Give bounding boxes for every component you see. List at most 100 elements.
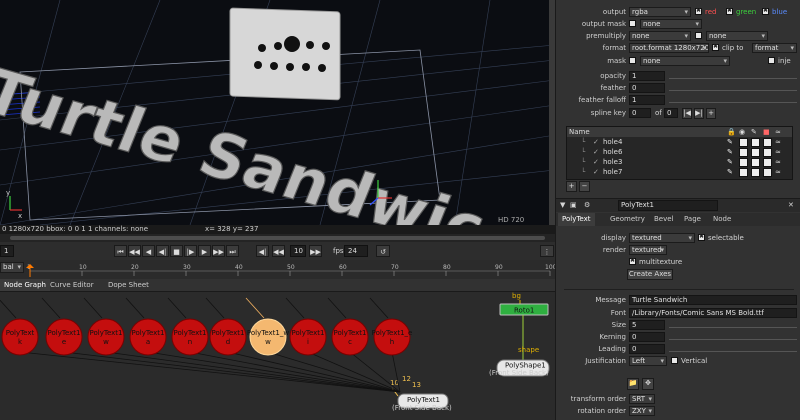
add-layer-button[interactable]: + <box>566 181 577 192</box>
color-swatch[interactable] <box>763 168 772 177</box>
mask-checkbox[interactable] <box>629 57 636 64</box>
collapse-icon[interactable]: ▼ <box>560 199 565 212</box>
premultiply-select[interactable]: none <box>629 31 691 41</box>
justification-select[interactable]: Left <box>629 356 667 366</box>
size-field[interactable]: 5 <box>629 320 665 330</box>
tab-node-graph[interactable]: Node Graph <box>0 279 50 291</box>
node-name-field[interactable]: PolyText1 <box>618 200 718 211</box>
spline-key-field[interactable]: 0 <box>629 108 651 118</box>
feather-falloff-slider[interactable] <box>669 98 797 103</box>
close-icon[interactable]: ✕ <box>788 199 794 212</box>
spline-key-add-button[interactable]: + <box>706 108 716 119</box>
stop-button[interactable]: ■ <box>170 245 183 257</box>
node-graph-canvas[interactable]: bg Roto1 shape PolyShape1 (Front Side Ba… <box>0 292 555 420</box>
feather-falloff-field[interactable]: 1 <box>629 95 665 105</box>
opacity-field[interactable]: 1 <box>629 71 665 81</box>
motion-blur-toggle-icon[interactable]: ≈ <box>775 167 781 177</box>
clip-to-checkbox[interactable] <box>712 43 719 51</box>
tab-curve-editor[interactable]: Curve Editor <box>46 279 98 291</box>
axis-handle-icon[interactable]: ✥ <box>642 378 654 390</box>
size-slider[interactable] <box>669 323 797 328</box>
spline-key-next-button[interactable]: ▶| <box>694 108 704 119</box>
opacity-slider[interactable] <box>669 74 797 79</box>
edit-checkbox[interactable] <box>751 158 760 167</box>
feather-field[interactable]: 0 <box>629 83 665 93</box>
spline-key-prev-button[interactable]: |◀ <box>682 108 692 119</box>
layer-row[interactable]: └ ✓ hole3 ✎ ≈ <box>567 157 792 167</box>
lock-toggle-icon[interactable]: ✎ <box>727 157 733 167</box>
motion-blur-toggle-icon[interactable]: ≈ <box>775 157 781 167</box>
tab-polytext[interactable]: PolyText <box>558 213 595 226</box>
roto-node[interactable]: bg Roto1 shape <box>499 292 549 360</box>
layer-row[interactable]: └ ✓ hole7 ✎ ≈ <box>567 167 792 177</box>
fps-field[interactable]: 24 <box>344 245 368 257</box>
rotation-order-select[interactable]: ZXY <box>629 406 655 416</box>
premultiply-checkbox[interactable] <box>695 32 702 39</box>
step-forward-button[interactable]: |▶ <box>184 245 197 257</box>
clip-to-select[interactable]: format <box>752 43 797 53</box>
message-field[interactable]: Turtle Sandwich <box>629 295 797 305</box>
transport-menu-button[interactable]: ⋮ <box>540 245 554 257</box>
frame-start-field[interactable]: 1 <box>0 245 14 257</box>
font-folder-icon[interactable]: 📁 <box>627 378 639 390</box>
edit-checkbox[interactable] <box>751 148 760 157</box>
visible-checkbox[interactable] <box>739 168 748 177</box>
step-back-button[interactable]: ◀| <box>156 245 169 257</box>
layer-row[interactable]: └ ✓ hole4 ✎ ≈ <box>567 137 792 147</box>
skip-back-button[interactable]: ◀| <box>256 245 269 257</box>
play-backward-icon[interactable]: ◀ <box>142 245 155 257</box>
display-select[interactable]: textured <box>629 233 695 243</box>
transform-order-select[interactable]: SRT <box>629 394 655 404</box>
play-forward-icon[interactable]: ▶ <box>198 245 211 257</box>
output-mask-select[interactable]: none <box>640 19 702 29</box>
tab-geometry[interactable]: Geometry <box>606 213 649 226</box>
leading-slider[interactable] <box>669 347 797 352</box>
tab-dope-sheet[interactable]: Dope Sheet <box>104 279 153 291</box>
tab-node[interactable]: Node <box>709 213 735 226</box>
edit-checkbox[interactable] <box>751 138 760 147</box>
lock-toggle-icon[interactable]: ✎ <box>727 167 733 177</box>
lock-toggle-icon[interactable]: ✎ <box>727 147 733 157</box>
remove-layer-button[interactable]: − <box>579 181 590 192</box>
color-swatch[interactable] <box>763 148 772 157</box>
kerning-field[interactable]: 0 <box>629 332 665 342</box>
lock-node-icon[interactable]: ⚙ <box>584 199 590 212</box>
skip-back-10-button[interactable]: ◀◀ <box>272 245 285 257</box>
timeline-ruler[interactable]: 1102030405060708090100 <box>26 260 555 279</box>
font-field[interactable]: /Library/Fonts/Comic Sans MS Bold.ttf <box>629 308 797 318</box>
inject-checkbox[interactable] <box>768 57 775 64</box>
polytext-node[interactable]: PolyText1 (Front Side Back) 10 12 13 <box>390 375 452 412</box>
blue-checkbox[interactable] <box>762 7 769 15</box>
kerning-slider[interactable] <box>669 335 797 340</box>
next-key-button[interactable]: ▶▶ <box>212 245 225 257</box>
layer-row[interactable]: └ ✓ hole6 ✎ ≈ <box>567 147 792 157</box>
timeline[interactable]: bal 1102030405060708090100 <box>0 260 555 279</box>
polyshape-node[interactable]: PolyShape1 (Front Side Back) <box>489 359 550 377</box>
lock-toggle-icon[interactable]: ✎ <box>727 137 733 147</box>
last-frame-button[interactable]: ⏭ <box>226 245 239 257</box>
format-select[interactable]: root.format 1280x720 <box>629 43 709 53</box>
red-checkbox[interactable] <box>695 7 702 15</box>
loop-button[interactable]: ↺ <box>376 245 390 257</box>
view-mode-select[interactable]: bal <box>0 262 24 273</box>
output-mask-checkbox[interactable] <box>629 20 636 27</box>
leading-field[interactable]: 0 <box>629 344 665 354</box>
multitexture-checkbox[interactable] <box>629 257 636 265</box>
mask-select[interactable]: none <box>640 56 730 66</box>
layer-table[interactable]: Name 🔒 ◉ ✎ ■ ≈ └ ✓ hole4 ✎ ≈ └ ✓ hole6 ✎ ≈ └ ✓ hole3… <box>566 126 793 180</box>
viewer-canvas[interactable]: Turtle Sandwic y x HD 720 <box>0 0 555 225</box>
viewer-hscrollbar[interactable] <box>0 234 555 242</box>
motion-blur-toggle-icon[interactable]: ≈ <box>775 137 781 147</box>
motion-blur-toggle-icon[interactable]: ≈ <box>775 147 781 157</box>
color-swatch[interactable] <box>763 138 772 147</box>
visible-checkbox[interactable] <box>739 148 748 157</box>
selectable-checkbox[interactable] <box>698 233 705 241</box>
tab-page[interactable]: Page <box>680 213 705 226</box>
feather-slider[interactable] <box>669 86 797 91</box>
visible-checkbox[interactable] <box>739 138 748 147</box>
render-select[interactable]: textured <box>629 245 667 255</box>
output-select[interactable]: rgba <box>629 7 691 17</box>
tab-bevel[interactable]: Bevel <box>650 213 678 226</box>
prev-key-button[interactable]: ◀◀ <box>128 245 141 257</box>
skip-forward-button[interactable]: ▶▶ <box>309 245 322 257</box>
